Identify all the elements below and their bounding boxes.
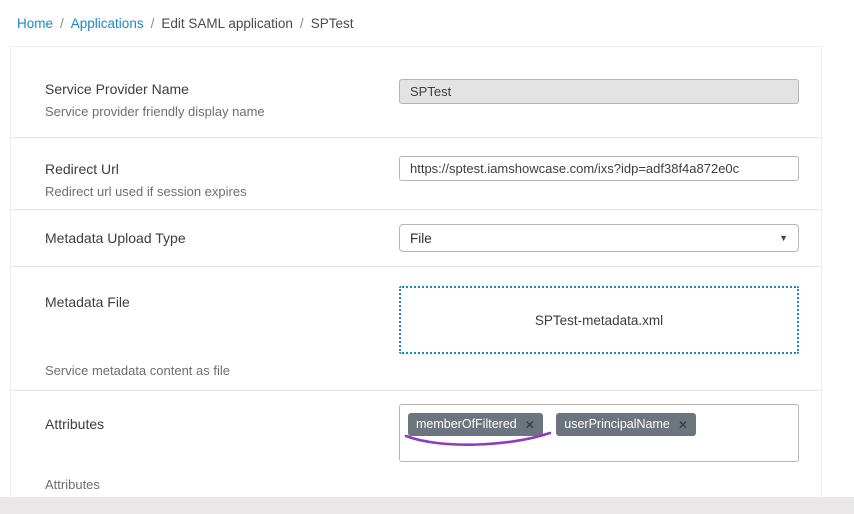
control-column: File ▼ [399,224,799,252]
metadata-upload-type-label: Metadata Upload Type [45,230,186,246]
form-row-metadata-upload-type: Metadata Upload Type File ▼ [11,210,821,267]
control-column: SPTest-metadata.xml [399,286,799,390]
form-row-attributes: Attributes Attributes memberOfFiltered ✕… [11,391,821,498]
label-column: Metadata Upload Type [45,230,186,246]
redirect-url-input[interactable] [399,156,799,181]
attribute-chip: userPrincipalName ✕ [556,413,696,436]
breadcrumb-home[interactable]: Home [17,16,53,31]
metadata-upload-type-select[interactable]: File ▼ [399,224,799,252]
metadata-file-label: Metadata File [45,294,230,310]
service-provider-name-input[interactable] [399,79,799,104]
page-footer-strip [0,497,854,514]
chip-label: memberOfFiltered [416,417,517,432]
form-row-redirect-url: Redirect Url Redirect url used if sessio… [11,138,821,210]
label-column: Redirect Url Redirect url used if sessio… [45,152,247,209]
breadcrumb-separator: / [151,16,155,31]
attribute-chip: memberOfFiltered ✕ [408,413,543,436]
control-column [399,152,799,209]
service-provider-name-help: Service provider friendly display name [45,104,265,119]
attributes-help: Attributes [45,477,104,492]
label-column: Metadata File Service metadata content a… [45,286,230,378]
remove-chip-icon[interactable]: ✕ [525,419,535,431]
remove-chip-icon[interactable]: ✕ [678,419,688,431]
breadcrumb-separator: / [300,16,304,31]
form-row-service-provider-name: Service Provider Name Service provider f… [11,47,821,138]
label-column: Service Provider Name Service provider f… [45,73,265,137]
breadcrumb-sptest: SPTest [311,16,354,31]
label-column: Attributes Attributes [45,404,104,492]
metadata-file-name: SPTest-metadata.xml [535,313,663,328]
service-provider-name-label: Service Provider Name [45,81,265,97]
edit-application-form: Service Provider Name Service provider f… [10,46,822,498]
redirect-url-label: Redirect Url [45,161,247,177]
select-selected-value: File [410,231,432,246]
metadata-file-dropzone[interactable]: SPTest-metadata.xml [399,286,799,354]
control-column: memberOfFiltered ✕ userPrincipalName ✕ [399,404,799,497]
attributes-label: Attributes [45,416,104,432]
form-row-metadata-file: Metadata File Service metadata content a… [11,267,821,391]
redirect-url-help: Redirect url used if session expires [45,184,247,199]
breadcrumb: Home / Applications / Edit SAML application /… [0,0,854,30]
control-column [399,73,799,137]
breadcrumb-applications[interactable]: Applications [71,16,144,31]
chevron-down-icon: ▼ [779,233,788,243]
breadcrumb-separator: / [60,16,64,31]
chip-label: userPrincipalName [564,417,670,432]
metadata-file-help: Service metadata content as file [45,363,230,378]
attributes-input[interactable]: memberOfFiltered ✕ userPrincipalName ✕ [399,404,799,462]
breadcrumb-edit-saml-application: Edit SAML application [161,16,293,31]
